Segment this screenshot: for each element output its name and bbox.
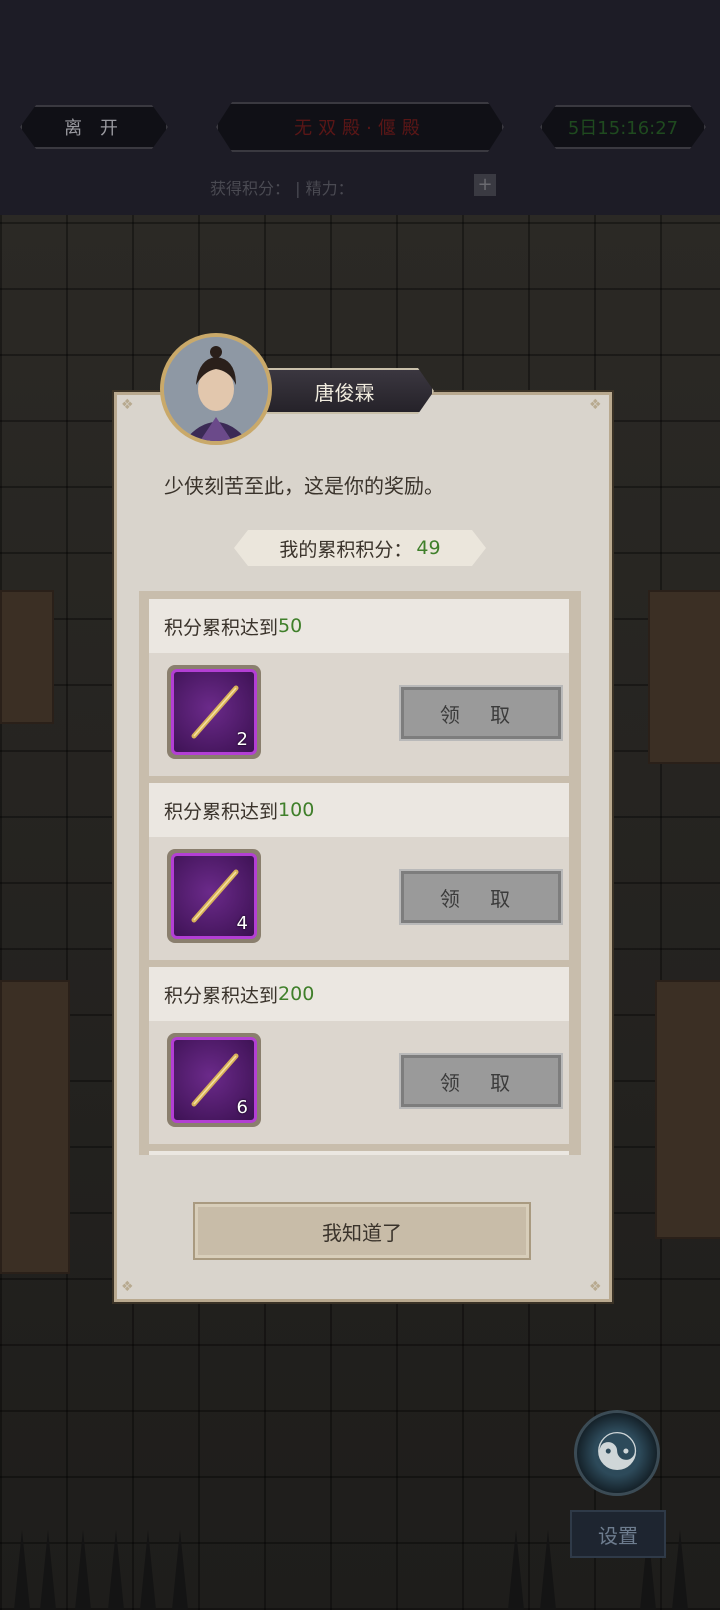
- reward-list[interactable]: 积分累积达到 50 2 领 取 积分累积达到 100 4 领 取 积分累积达到 …: [139, 591, 581, 1155]
- reward-item-slot[interactable]: 6: [167, 1033, 261, 1127]
- spike: [75, 1530, 91, 1610]
- corner-ornament-icon: ❖: [589, 397, 602, 413]
- top-bar: 离 开 无双殿·偃殿 5日15:16:27 获得积分： | 精力： +: [0, 0, 720, 215]
- reward-threshold: 积分累积达到 100: [149, 783, 569, 837]
- reward-threshold: 积分累积达到 200: [149, 967, 569, 1021]
- threshold-value: 200: [278, 983, 315, 1005]
- claim-button[interactable]: 领 取: [399, 685, 563, 741]
- energy-label: | 精力：: [295, 179, 354, 198]
- weapon-rack-left: [0, 980, 70, 1274]
- reward-item-slot[interactable]: 2: [167, 665, 261, 759]
- item-count: 4: [236, 913, 248, 934]
- threshold-value: 100: [278, 799, 315, 821]
- claim-button[interactable]: 领 取: [399, 869, 563, 925]
- spike: [540, 1530, 556, 1610]
- corner-ornament-icon: ❖: [121, 1279, 134, 1295]
- points-label: 获得积分：: [210, 179, 291, 198]
- threshold-value: 50: [278, 615, 303, 637]
- spike: [40, 1530, 56, 1610]
- dialog-message: 少侠刻苦至此，这是你的奖励。: [164, 474, 444, 498]
- npc-avatar: [160, 333, 272, 445]
- reward-row: 积分累积达到 100 4 领 取: [149, 783, 569, 960]
- spike: [108, 1530, 124, 1610]
- reward-row: 积分累积达到 50 2 领 取: [149, 599, 569, 776]
- score-label: 我的累积积分：: [279, 538, 413, 561]
- spike: [508, 1530, 524, 1610]
- threshold-label: 积分累积达到: [164, 984, 279, 1007]
- npc-nameplate: 唐俊霖: [255, 368, 434, 414]
- corner-ornament-icon: ❖: [589, 1279, 602, 1295]
- scroll-shelf-left: [0, 590, 54, 724]
- taiji-icon[interactable]: ☯: [574, 1410, 660, 1496]
- spike: [140, 1530, 156, 1610]
- acknowledge-button[interactable]: 我知道了: [193, 1202, 531, 1260]
- reward-item-slot[interactable]: 4: [167, 849, 261, 943]
- threshold-label: 积分累积达到: [164, 800, 279, 823]
- reward-threshold: [149, 1151, 569, 1155]
- stats-bar: 获得积分： | 精力：: [210, 175, 354, 199]
- leave-button[interactable]: 离 开: [20, 105, 168, 149]
- weapon-rack-right: [655, 980, 720, 1239]
- item-count: 2: [236, 729, 248, 750]
- spike: [14, 1530, 30, 1610]
- spike: [672, 1530, 688, 1610]
- item-count: 6: [236, 1097, 248, 1118]
- claim-button[interactable]: 领 取: [399, 1053, 563, 1109]
- reward-threshold: 积分累积达到 50: [149, 599, 569, 653]
- reward-row: 积分累积达到 200 6 领 取: [149, 967, 569, 1144]
- settings-button[interactable]: 设置: [570, 1510, 666, 1558]
- dungeon-title: 无双殿·偃殿: [216, 102, 504, 152]
- shelf-right: [648, 590, 720, 764]
- accumulated-score: 我的累积积分： 49: [234, 530, 486, 566]
- countdown-timer: 5日15:16:27: [540, 105, 706, 149]
- spike: [172, 1530, 188, 1610]
- corner-ornament-icon: ❖: [121, 397, 134, 413]
- reward-row-partial: [149, 1151, 569, 1155]
- threshold-label: 积分累积达到: [164, 616, 279, 639]
- score-value: 49: [416, 537, 441, 559]
- npc-portrait: [164, 337, 268, 441]
- add-energy-button[interactable]: +: [474, 174, 496, 196]
